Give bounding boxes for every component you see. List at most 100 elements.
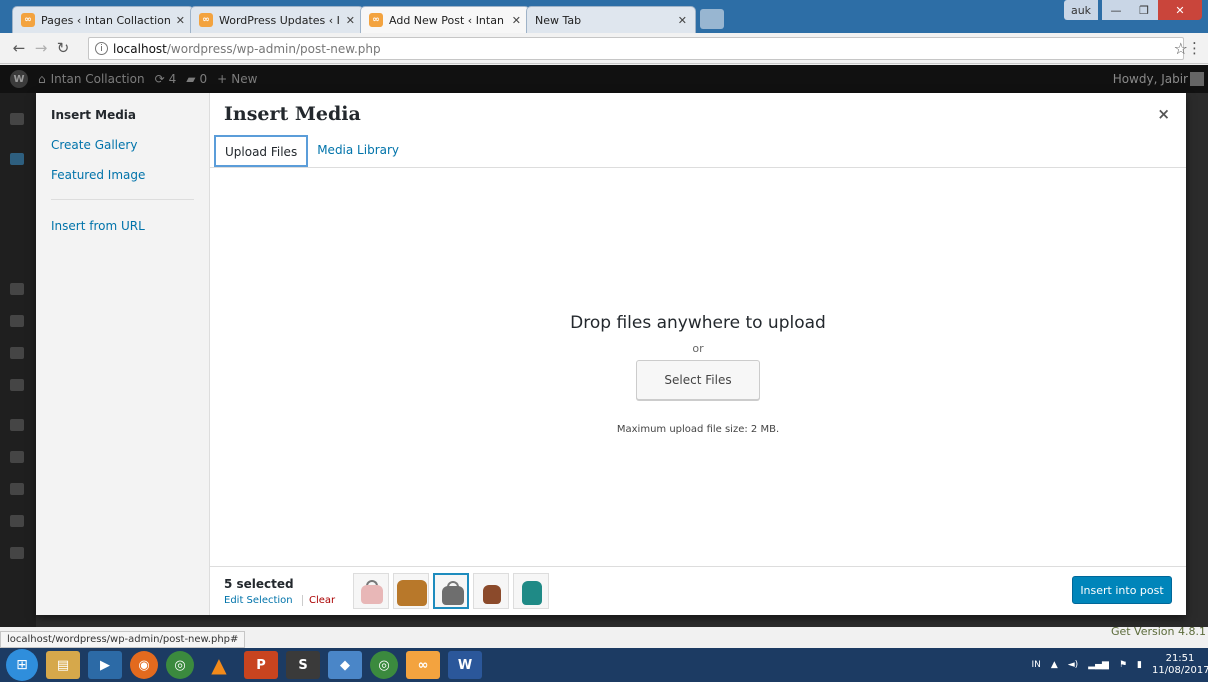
wordpress-logo-icon[interactable]: W xyxy=(10,70,28,88)
address-bar[interactable]: i localhost/wordpress/wp-admin/post-new.… xyxy=(88,37,1184,60)
appearance-icon xyxy=(10,419,24,431)
media-router: Upload Files Media Library xyxy=(214,135,408,167)
menu-insert-from-url[interactable]: Insert from URL xyxy=(36,216,209,246)
users-icon xyxy=(10,483,24,495)
edit-selection-link[interactable]: Edit Selection xyxy=(224,595,293,606)
modal-backdrop[interactable] xyxy=(1186,93,1208,627)
menu-featured-image[interactable]: Featured Image xyxy=(36,165,209,195)
tab-close-icon[interactable]: ✕ xyxy=(678,14,687,27)
tab-new-tab[interactable]: New Tab ✕ xyxy=(526,6,696,33)
site-favicon-icon: ∞ xyxy=(199,13,213,27)
browser-menu-icon[interactable]: ⋮ xyxy=(1187,39,1202,57)
bag-image xyxy=(361,585,383,604)
selected-thumbnail[interactable] xyxy=(433,573,469,609)
maximize-icon[interactable]: ❐ xyxy=(1130,0,1158,20)
powerpoint-icon[interactable]: P xyxy=(244,651,278,679)
bookmark-star-icon[interactable]: ☆ xyxy=(1174,39,1188,58)
network-icon[interactable]: ⚑ xyxy=(1119,660,1127,670)
settings-icon xyxy=(10,547,24,559)
power-icon[interactable]: ▮ xyxy=(1137,660,1142,670)
bag-image xyxy=(442,586,464,605)
admin-bar-site[interactable]: ⌂ Intan Collaction xyxy=(38,72,145,86)
plugins-icon xyxy=(10,451,24,463)
info-icon[interactable]: i xyxy=(95,42,108,55)
start-button-icon[interactable]: ⊞ xyxy=(6,649,38,681)
window-controls: auk — ❐ ✕ xyxy=(1064,0,1202,20)
tab-add-new-post[interactable]: ∞ Add New Post ‹ Intan Co ✕ xyxy=(360,6,530,33)
wp-admin-bar: W ⌂ Intan Collaction ⟳ 4 ▰ 0 + New Howdy… xyxy=(0,65,1208,93)
forward-arrow-icon[interactable]: → xyxy=(30,39,52,57)
menu-insert-media[interactable]: Insert Media xyxy=(36,105,209,135)
system-clock[interactable]: 21:51 11/08/2017 xyxy=(1152,653,1208,677)
mail-icon xyxy=(10,379,24,391)
chrome-icon[interactable]: ◎ xyxy=(166,651,194,679)
media-player-icon[interactable]: ▶ xyxy=(88,651,122,679)
bag-image xyxy=(522,581,542,605)
tab-close-icon[interactable]: ✕ xyxy=(346,14,355,27)
new-tab-button[interactable] xyxy=(700,9,724,29)
admin-bar-howdy[interactable]: Howdy, Jabir xyxy=(1113,72,1188,86)
back-arrow-icon[interactable]: ← xyxy=(8,39,30,57)
selected-thumbnail[interactable] xyxy=(353,573,389,609)
browser-toolbar: ← → ↻ i localhost/wordpress/wp-admin/pos… xyxy=(0,33,1208,64)
volume-icon[interactable]: ◄) xyxy=(1068,660,1078,670)
file-explorer-icon[interactable]: ▤ xyxy=(46,651,80,679)
admin-bar-comments[interactable]: ▰ 0 xyxy=(186,72,207,86)
photos-icon[interactable]: ◆ xyxy=(328,651,362,679)
admin-bar-new[interactable]: + New xyxy=(217,72,257,86)
sublime-icon[interactable]: S xyxy=(286,651,320,679)
admin-bar-updates[interactable]: ⟳ 4 xyxy=(155,72,177,86)
windows-taskbar: ⊞ ▤ ▶ ◉ ◎ ▲ P S ◆ ◎ ∞ W IN ▲ ◄) ▂▄▆ ⚑ ▮ … xyxy=(0,648,1208,682)
avatar[interactable] xyxy=(1190,72,1204,86)
close-icon[interactable]: × xyxy=(1157,105,1170,123)
comment-icon: ▰ xyxy=(186,72,196,86)
firefox-icon[interactable]: ◉ xyxy=(130,651,158,679)
tab-pages[interactable]: ∞ Pages ‹ Intan Collaction - ✕ xyxy=(12,6,194,33)
max-upload-size: Maximum upload file size: 2 MB. xyxy=(616,424,780,435)
vlc-icon[interactable]: ▲ xyxy=(202,651,236,679)
browser-tab-strip: ∞ Pages ‹ Intan Collaction - ✕ ∞ WordPre… xyxy=(0,0,1208,33)
tab-upload-files[interactable]: Upload Files xyxy=(214,135,309,167)
selected-thumbnail[interactable] xyxy=(513,573,549,609)
get-version-link[interactable]: Get Version 4.8.1 xyxy=(1111,625,1206,638)
window-user-badge[interactable]: auk xyxy=(1064,0,1098,20)
tab-close-icon[interactable]: ✕ xyxy=(176,14,185,27)
show-hidden-icons-icon[interactable]: ▲ xyxy=(1051,660,1058,670)
site-favicon-icon: ∞ xyxy=(21,13,35,27)
status-bar-url: localhost/wordpress/wp-admin/post-new.ph… xyxy=(0,631,246,648)
admin-sidebar xyxy=(0,93,36,627)
select-files-button[interactable]: Select Files xyxy=(636,360,760,400)
xampp-icon[interactable]: ∞ xyxy=(406,651,440,679)
selection-thumbnails xyxy=(353,573,553,609)
tab-wordpress-updates[interactable]: ∞ WordPress Updates ‹ Inta ✕ xyxy=(190,6,364,33)
media-menu: Insert Media Create Gallery Featured Ima… xyxy=(36,93,210,615)
reload-icon[interactable]: ↻ xyxy=(52,39,74,57)
updates-icon: ⟳ xyxy=(154,72,165,86)
site-favicon-icon: ∞ xyxy=(369,13,383,27)
tab-close-icon[interactable]: ✕ xyxy=(512,14,521,27)
home-icon: ⌂ xyxy=(38,72,46,86)
selected-thumbnail[interactable] xyxy=(393,573,429,609)
insert-into-post-button[interactable]: Insert into post xyxy=(1072,576,1172,604)
menu-separator xyxy=(51,199,194,200)
modal-backdrop[interactable] xyxy=(36,615,1208,627)
posts-icon xyxy=(10,153,24,165)
signal-icon[interactable]: ▂▄▆ xyxy=(1088,660,1109,670)
bag-image xyxy=(483,585,501,604)
media-toolbar: 5 selected Edit Selection Clear Insert i… xyxy=(210,566,1186,615)
frame-title: Insert Media xyxy=(224,103,361,125)
media-frame: Insert Media × Upload Files Media Librar… xyxy=(210,93,1186,615)
menu-create-gallery[interactable]: Create Gallery xyxy=(36,135,209,165)
tools-icon xyxy=(10,515,24,527)
word-icon[interactable]: W xyxy=(448,651,482,679)
selected-thumbnail[interactable] xyxy=(473,573,509,609)
chrome-active-icon[interactable]: ◎ xyxy=(370,651,398,679)
language-indicator[interactable]: IN xyxy=(1031,660,1040,670)
plus-icon: + xyxy=(217,72,228,86)
upload-drop-zone[interactable]: Drop files anywhere to upload or Select … xyxy=(210,168,1186,566)
window-close-icon[interactable]: ✕ xyxy=(1158,0,1202,20)
media-icon xyxy=(10,283,24,295)
minimize-icon[interactable]: — xyxy=(1102,0,1130,20)
tab-media-library[interactable]: Media Library xyxy=(308,135,408,167)
clear-selection-link[interactable]: Clear xyxy=(302,595,335,606)
